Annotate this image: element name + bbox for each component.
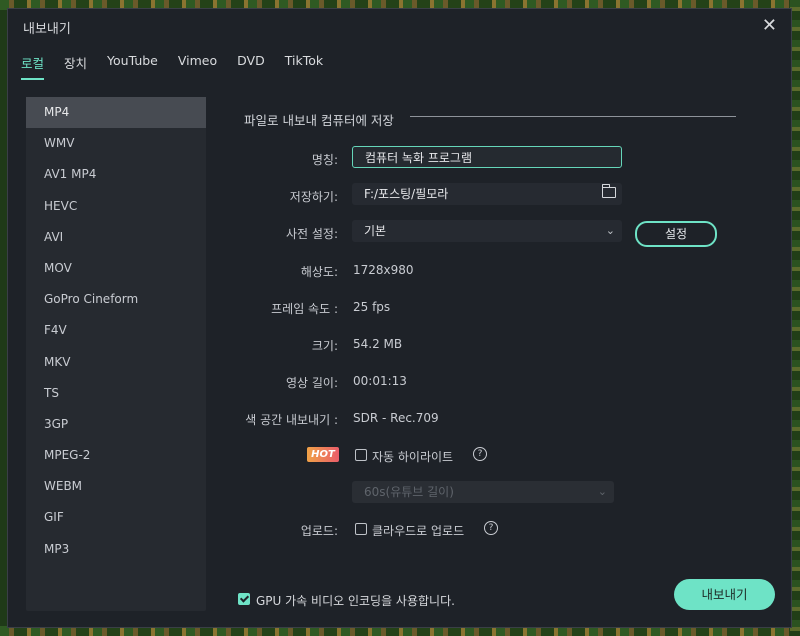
- format-item-wmv[interactable]: WMV: [26, 128, 206, 159]
- help-icon[interactable]: ?: [473, 447, 487, 461]
- format-item-gif[interactable]: GIF: [26, 502, 206, 533]
- section-title: 파일로 내보내 컴퓨터에 저장: [244, 113, 394, 128]
- name-label: 명칭:: [311, 153, 338, 167]
- gpu-checkbox[interactable]: [238, 593, 250, 605]
- size-value: 54.2 MB: [353, 337, 403, 351]
- export-tabs: 로컬 장치 YouTube Vimeo DVD TikTok: [21, 53, 343, 80]
- hot-badge: HOT: [307, 447, 339, 462]
- preset-value: 기본: [364, 224, 387, 238]
- format-item-hevc[interactable]: HEVC: [26, 191, 206, 222]
- export-button[interactable]: 내보내기: [674, 579, 775, 610]
- tab-vimeo[interactable]: Vimeo: [178, 53, 217, 80]
- size-label: 크기:: [311, 339, 338, 353]
- auto-highlight-label: 자동 하이라이트: [372, 450, 454, 464]
- format-item-ts[interactable]: TS: [26, 378, 206, 409]
- cloud-upload-checkbox[interactable]: [355, 523, 367, 535]
- gpu-label: GPU 가속 비디오 인코딩을 사용합니다.: [256, 594, 455, 608]
- colorspace-value: SDR - Rec.709: [353, 411, 439, 425]
- resolution-label: 해상도:: [300, 265, 338, 279]
- name-input-value: 컴퓨터 녹화 프로그램: [365, 151, 472, 165]
- format-item-f4v[interactable]: F4V: [26, 315, 206, 346]
- save-path-value: F:/포스팅/필모라: [364, 187, 449, 201]
- duration-value: 00:01:13: [353, 374, 407, 388]
- auto-highlight-checkbox[interactable]: [355, 449, 367, 461]
- export-dialog: 내보내기 ✕ 로컬 장치 YouTube Vimeo DVD TikTok MP…: [7, 8, 792, 628]
- section-divider: [410, 116, 736, 117]
- highlight-duration-value: 60s(유튜브 길이): [364, 485, 454, 499]
- format-item-av1-mp4[interactable]: AV1 MP4: [26, 159, 206, 190]
- framerate-value: 25 fps: [353, 300, 391, 314]
- resolution-value: 1728x980: [353, 263, 414, 277]
- close-icon[interactable]: ✕: [762, 15, 777, 36]
- folder-icon[interactable]: [601, 184, 616, 198]
- framerate-label: 프레임 속도 :: [271, 302, 338, 316]
- tab-device[interactable]: 장치: [64, 53, 87, 80]
- preset-select[interactable]: 기본 ⌄: [352, 220, 622, 242]
- format-item-mkv[interactable]: MKV: [26, 347, 206, 378]
- colorspace-label: 색 공간 내보내기 :: [245, 413, 338, 427]
- upload-label: 업로드:: [300, 524, 338, 538]
- help-icon[interactable]: ?: [484, 521, 498, 535]
- duration-label: 영상 길이:: [285, 376, 338, 390]
- format-item-gopro-cineform[interactable]: GoPro Cineform: [26, 284, 206, 315]
- format-item-mov[interactable]: MOV: [26, 253, 206, 284]
- format-item-mpeg2[interactable]: MPEG-2: [26, 440, 206, 471]
- save-label: 저장하기:: [289, 190, 338, 204]
- format-item-3gp[interactable]: 3GP: [26, 409, 206, 440]
- chevron-down-icon: ⌄: [605, 224, 615, 237]
- format-item-avi[interactable]: AVI: [26, 222, 206, 253]
- format-item-mp4[interactable]: MP4: [26, 97, 206, 129]
- tab-local[interactable]: 로컬: [21, 53, 45, 80]
- format-item-mp3[interactable]: MP3: [26, 534, 206, 565]
- cloud-upload-label: 클라우드로 업로드: [372, 524, 465, 538]
- format-list: MP4 WMV AV1 MP4 HEVC AVI MOV GoPro Cinef…: [26, 97, 206, 611]
- highlight-duration-select: 60s(유튜브 길이) ⌄: [352, 481, 614, 503]
- tab-dvd[interactable]: DVD: [237, 53, 265, 80]
- settings-button[interactable]: 설정: [635, 221, 717, 247]
- tab-tiktok[interactable]: TikTok: [285, 53, 323, 80]
- name-input[interactable]: 컴퓨터 녹화 프로그램: [352, 146, 622, 168]
- dialog-title: 내보내기: [23, 22, 71, 37]
- chevron-down-icon: ⌄: [597, 485, 607, 498]
- preset-label: 사전 설정:: [285, 227, 338, 241]
- format-item-webm[interactable]: WEBM: [26, 471, 206, 502]
- save-path-field[interactable]: F:/포스팅/필모라: [352, 183, 622, 205]
- tab-youtube[interactable]: YouTube: [107, 53, 158, 80]
